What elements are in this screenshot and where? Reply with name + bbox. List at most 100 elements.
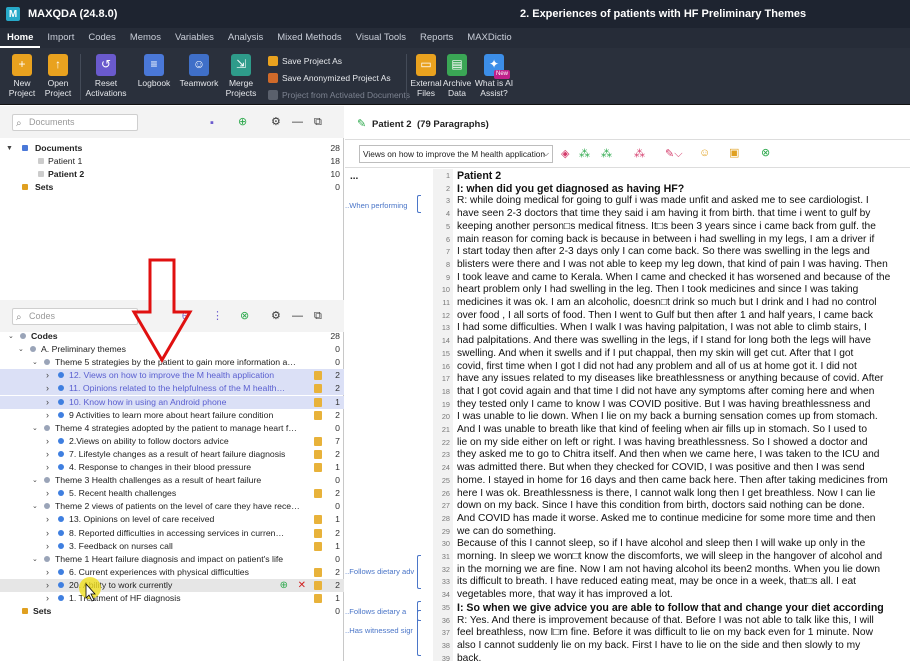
text-line[interactable]: down on my back. Since I have this condi… — [457, 500, 910, 513]
memo-icon[interactable] — [314, 580, 322, 590]
memo-add-icon[interactable]: ▣ — [729, 147, 739, 159]
text-line[interactable]: have any issues related to my diseases l… — [457, 373, 910, 386]
chevron-down-icon[interactable]: ⌄ — [32, 553, 38, 566]
code-item[interactable]: › 5. Recent health challenges 2 — [0, 487, 344, 500]
text-line[interactable]: keeping another person□s medical fitness… — [457, 221, 910, 234]
text-line[interactable]: vegetables more, that way it has improve… — [457, 589, 910, 602]
code-item[interactable]: › 10. Know how in using an Android phone 1 — [0, 395, 344, 409]
text-line[interactable]: morning. In sleep we won□t know the disc… — [457, 551, 910, 564]
link-icon[interactable]: ⊗ — [761, 147, 770, 159]
chevron-right-icon[interactable]: › — [46, 513, 49, 526]
text-line[interactable]: over food , I all sorts of food. Then I … — [457, 310, 910, 323]
tree-row-doc-sets[interactable]: Sets 0 — [0, 181, 344, 194]
text-line[interactable]: main reason for coming back is because i… — [457, 234, 910, 247]
delete-code-icon[interactable]: ✕ — [298, 579, 306, 592]
code-stripe[interactable] — [417, 555, 421, 589]
code-stripe-label[interactable]: ..Has witnessed sigr — [345, 626, 413, 635]
text-line[interactable]: had palpitations. And there was swelling… — [457, 335, 910, 348]
text-line[interactable]: R: while doing medical for going to gulf… — [457, 195, 910, 208]
open-project-button[interactable]: ↑ Open Project — [36, 54, 80, 98]
chevron-right-icon[interactable]: › — [46, 382, 49, 395]
text-line[interactable]: R: Yes. And there is improvement because… — [457, 615, 910, 628]
chevron-down-icon[interactable]: ⌵ — [543, 146, 549, 162]
code-stripe-label[interactable]: ..Follows dietary adv — [345, 567, 414, 576]
memo-icon[interactable] — [314, 371, 322, 381]
tab-codes[interactable]: Codes — [81, 28, 122, 48]
chevron-right-icon[interactable]: › — [46, 540, 49, 553]
tab-home[interactable]: Home — [0, 28, 41, 48]
text-line[interactable]: home. I stayed in home for 16 days and t… — [457, 475, 910, 488]
chevron-right-icon[interactable]: › — [46, 369, 49, 382]
code-item[interactable]: › 4. Response to changes in their blood p… — [0, 461, 344, 474]
memo-icon[interactable] — [314, 436, 322, 446]
chevron-right-icon[interactable]: › — [46, 592, 49, 605]
code-add-icon[interactable]: ⁂ — [579, 148, 590, 160]
tree-row-documents[interactable]: ▼ Documents 28 — [0, 142, 344, 155]
text-line[interactable]: blisters were there and I was not able t… — [457, 259, 910, 272]
text-line[interactable]: I start today then after 2-3 days only I… — [457, 246, 910, 259]
tab-analysis[interactable]: Analysis — [221, 28, 270, 48]
memo-icon[interactable] — [314, 528, 322, 538]
chevron-right-icon[interactable]: › — [46, 448, 49, 461]
text-line[interactable]: they asked me to go to Chitra itself. An… — [457, 449, 910, 462]
chevron-down-icon[interactable]: ⌄ — [32, 500, 38, 513]
minimize-icon[interactable]: — — [292, 310, 303, 322]
tab-variables[interactable]: Variables — [168, 28, 221, 48]
code-item[interactable]: › 1. Treatment of HF diagnosis 1 — [0, 592, 344, 605]
chevron-down-icon[interactable]: ▼ — [6, 142, 13, 155]
code-group[interactable]: ⌄ Theme 1 Heart failure diagnosis and imp… — [0, 553, 344, 566]
code-item[interactable]: › 3. Feedback on nurses call 1 — [0, 540, 344, 553]
text-line[interactable]: And I was unable to breath like that kin… — [457, 424, 910, 437]
memo-icon[interactable] — [314, 567, 322, 577]
save-project-as-button[interactable]: Save Project As — [268, 56, 342, 66]
text-line[interactable]: Because of this I cannot sleep, so if I … — [457, 538, 910, 551]
code-group[interactable]: ⌄ Theme 4 strategies adopted by the patie… — [0, 422, 344, 435]
text-line[interactable]: its difficult to breath. I have reduced … — [457, 576, 910, 589]
code-group[interactable]: ⌄ Theme 5 strategies by the patient to ga… — [0, 356, 344, 369]
code-item[interactable]: › 7. Lifestyle changes as a result of hea… — [0, 448, 344, 461]
text-line[interactable]: covid, first time when I got I did not h… — [457, 361, 910, 374]
interview-question[interactable]: Patient 2 — [457, 170, 910, 183]
project-from-activated-button[interactable]: Project from Activated Documents — [268, 90, 410, 100]
text-line[interactable]: I took leave and came to Kerala. When I … — [457, 272, 910, 285]
document-text[interactable]: Patient 2 I: when did you get diagnosed a… — [457, 169, 910, 661]
code-select-dropdown[interactable]: Views on how to improve the M health app… — [359, 145, 553, 163]
code-group[interactable]: ⌄ Codes 28 — [0, 330, 344, 343]
code-group[interactable]: ⌄ Theme 2 views of patients on the level … — [0, 500, 344, 513]
code-stripe-label[interactable]: ..When performing — [345, 201, 407, 210]
text-line[interactable]: I had some difficulties. When I walk I w… — [457, 322, 910, 335]
tab-memos[interactable]: Memos — [123, 28, 168, 48]
undock-icon[interactable]: ⧉ — [314, 116, 322, 128]
add-code-icon[interactable]: ⊕ — [280, 579, 288, 592]
code-icon[interactable]: ◈ — [561, 148, 569, 160]
code-item[interactable]: › 9 Activities to learn more about heart … — [0, 409, 344, 422]
gear-icon[interactable]: ⚙ — [271, 116, 281, 128]
code-item[interactable]: › 11. Opinions related to the helpfulness… — [0, 382, 344, 396]
code-stripe-label[interactable]: ..Follows dietary a — [345, 607, 406, 616]
tree-row-patient-1[interactable]: Patient 1 18 — [0, 155, 344, 168]
code-in-vivo-icon[interactable]: ⁂ — [601, 148, 612, 160]
code-item[interactable]: › 12. Views on how to improve the M healt… — [0, 369, 344, 383]
code-item[interactable]: › 8. Reported difficulties in accessing s… — [0, 527, 344, 540]
codes-search-input[interactable]: ⌕ Codes — [12, 308, 138, 325]
add-icon[interactable]: ⊕ — [238, 116, 247, 128]
emoticode-icon[interactable]: ⁂ — [634, 148, 645, 160]
highlight-icon[interactable]: ✎⌵ — [665, 148, 683, 160]
text-line[interactable]: I was unable to lie down. When I lie on … — [457, 411, 910, 424]
tab-import[interactable]: Import — [40, 28, 81, 48]
tab-mixed-methods[interactable]: Mixed Methods — [270, 28, 348, 48]
edit-icon[interactable]: ✎ — [357, 117, 366, 130]
memo-icon[interactable] — [314, 397, 322, 407]
chevron-right-icon[interactable]: › — [46, 435, 49, 448]
text-line[interactable]: And COVID has made it worse. Asked me to… — [457, 513, 910, 526]
code-item[interactable]: › 20. Ability to work currently ⊕ ✕ 2 — [0, 578, 344, 592]
code-stripe[interactable] — [417, 610, 421, 656]
tab-visual-tools[interactable]: Visual Tools — [349, 28, 413, 48]
memo-icon[interactable] — [314, 515, 322, 525]
more-options-icon[interactable]: ... — [350, 171, 358, 182]
text-line[interactable]: back. — [457, 653, 910, 661]
logbook-button[interactable]: ≡ Logbook — [132, 54, 176, 89]
text-line[interactable]: feel breathless, now I□m fine. Before it… — [457, 627, 910, 640]
code-filter-icon[interactable]: ⋮ — [212, 310, 223, 322]
code-item[interactable]: › 6. Current experiences with physical di… — [0, 566, 344, 579]
